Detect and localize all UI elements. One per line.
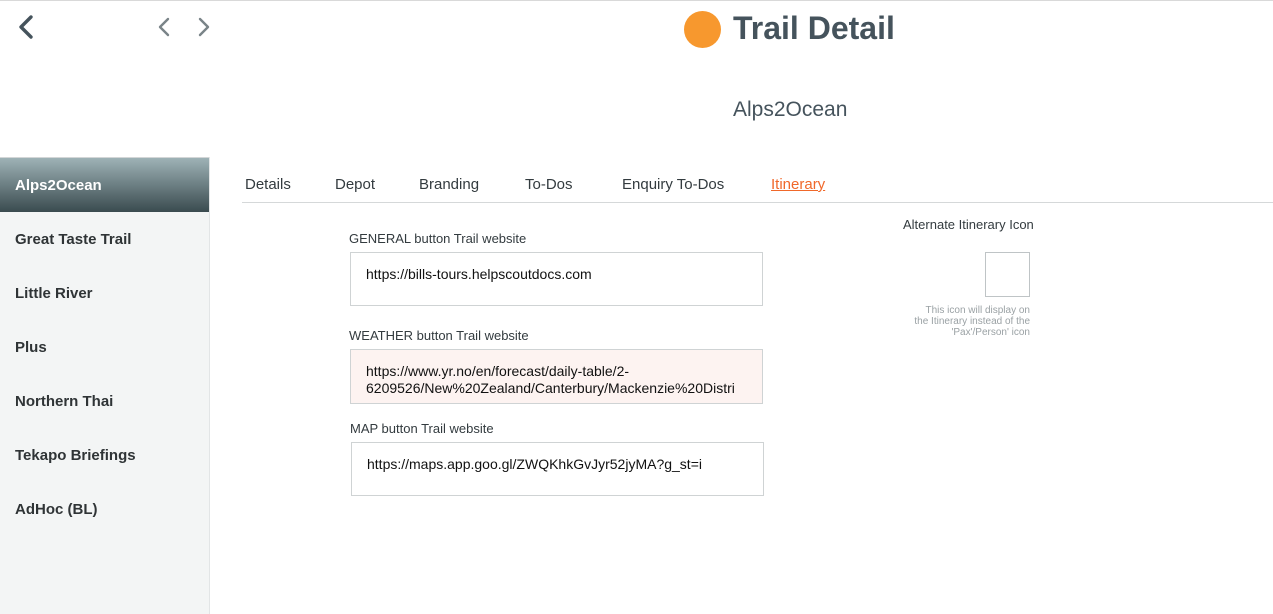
tab-to-dos[interactable]: To-Dos	[525, 176, 573, 193]
map-website-field[interactable]: https://maps.app.goo.gl/ZWQKhkGvJyr52jyM…	[351, 442, 764, 496]
sidebar-item-alps2ocean[interactable]: Alps2Ocean	[0, 158, 209, 212]
weather-website-value-line1: https://www.yr.no/en/forecast/daily-tabl…	[366, 363, 630, 379]
alternate-icon-note: This icon will display on the Itinerary …	[880, 305, 1030, 338]
alternate-icon-label: Alternate Itinerary Icon	[903, 217, 1034, 232]
sidebar-item-great-taste-trail[interactable]: Great Taste Trail	[0, 212, 209, 266]
map-website-value: https://maps.app.goo.gl/ZWQKhkGvJyr52jyM…	[367, 456, 702, 472]
tab-enquiry-to-dos[interactable]: Enquiry To-Dos	[622, 176, 724, 193]
chevron-left-icon	[19, 15, 33, 39]
alternate-icon-note-line3: 'Pax'/Person' icon	[951, 327, 1030, 338]
weather-website-label: WEATHER button Trail website	[349, 328, 529, 343]
weather-website-field[interactable]: https://www.yr.no/en/forecast/daily-tabl…	[350, 349, 763, 404]
sidebar: Alps2Ocean Great Taste Trail Little Rive…	[0, 157, 224, 614]
sidebar-item-tekapo-briefings[interactable]: Tekapo Briefings	[0, 428, 209, 482]
alternate-icon-note-line2: the Itinerary instead of the	[914, 316, 1030, 327]
page-subtitle: Alps2Ocean	[733, 98, 848, 121]
next-button[interactable]	[194, 16, 214, 38]
general-website-field[interactable]: https://bills-tours.helpscoutdocs.com	[350, 252, 763, 306]
tab-details[interactable]: Details	[245, 176, 291, 193]
weather-website-value-line2: 6209526/New%20Zealand/Canterbury/Mackenz…	[366, 380, 735, 396]
alternate-icon-note-line1: This icon will display on	[925, 305, 1031, 316]
map-website-label: MAP button Trail website	[350, 421, 494, 436]
tab-itinerary[interactable]: Itinerary	[771, 176, 825, 193]
general-website-label: GENERAL button Trail website	[349, 231, 527, 246]
status-dot	[684, 11, 721, 48]
sidebar-scroll-rail	[209, 157, 224, 614]
tab-branding[interactable]: Branding	[419, 176, 479, 193]
back-button[interactable]	[16, 14, 38, 40]
sidebar-item-adhoc-bl[interactable]: AdHoc (BL)	[0, 482, 209, 536]
top-divider	[0, 0, 1273, 1]
sidebar-item-plus[interactable]: Plus	[0, 320, 209, 374]
previous-button[interactable]	[155, 16, 175, 38]
chevron-left-icon	[158, 17, 170, 37]
general-website-value: https://bills-tours.helpscoutdocs.com	[366, 266, 592, 282]
tab-depot[interactable]: Depot	[335, 176, 375, 193]
sidebar-item-little-river[interactable]: Little River	[0, 266, 209, 320]
chevron-right-icon	[198, 17, 210, 37]
page-title: Trail Detail	[733, 10, 895, 46]
tabs-divider	[242, 202, 1273, 203]
sidebar-item-northern-thai[interactable]: Northern Thai	[0, 374, 209, 428]
alternate-icon-upload[interactable]	[985, 252, 1030, 297]
